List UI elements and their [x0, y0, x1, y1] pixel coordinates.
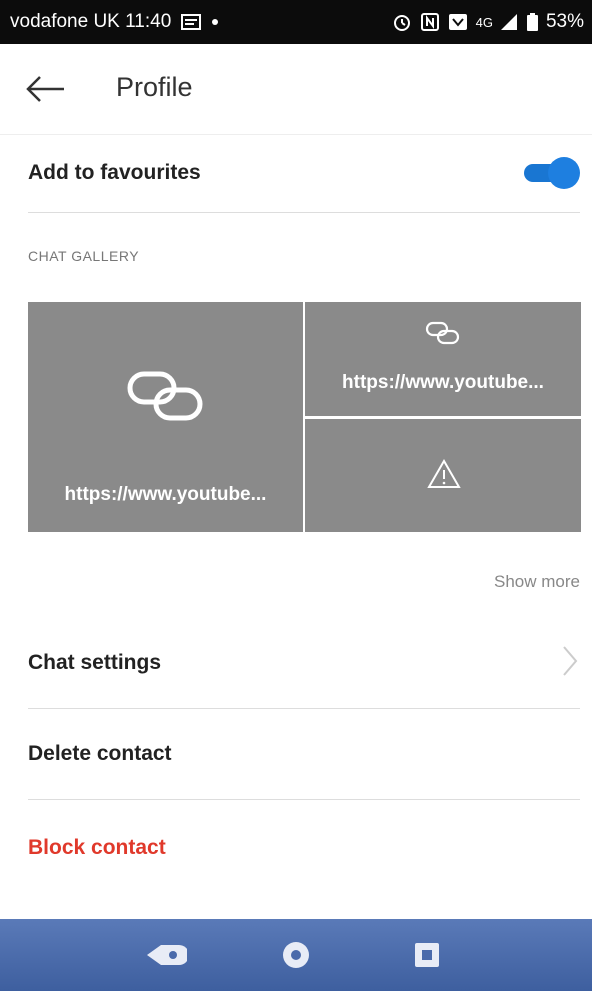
message-icon — [181, 14, 202, 30]
data-saver-icon — [448, 13, 468, 31]
chat-gallery: https://www.youtube... https://www.youtu… — [28, 302, 581, 532]
gallery-tile-link[interactable]: https://www.youtube... — [28, 302, 303, 532]
system-nav-bar — [0, 919, 592, 991]
favourites-toggle[interactable] — [522, 157, 580, 189]
delete-contact-item[interactable]: Delete contact — [28, 709, 580, 800]
recents-icon[interactable] — [397, 925, 457, 985]
delete-contact-label: Delete contact — [28, 742, 172, 765]
app-header: Profile — [0, 44, 592, 135]
toggle-knob — [548, 157, 580, 189]
back-arrow-icon[interactable] — [24, 74, 68, 104]
chat-settings-item[interactable]: Chat settings — [28, 618, 580, 709]
dot-icon — [211, 18, 219, 26]
favourites-row[interactable]: Add to favourites — [28, 134, 580, 213]
show-more-link[interactable]: Show more — [494, 572, 580, 592]
signal-icon — [500, 14, 519, 30]
network-type: 4G — [475, 14, 493, 30]
alarm-icon — [392, 12, 412, 32]
gallery-tile-link[interactable]: https://www.youtube... — [305, 302, 581, 416]
block-contact-item[interactable]: Block contact — [28, 800, 580, 895]
page-title: Profile — [116, 72, 193, 102]
carrier-time: vodafone UK 11:40 — [10, 11, 172, 32]
battery-icon — [526, 13, 538, 31]
back-nav-icon[interactable] — [135, 925, 195, 985]
gallery-link-text: https://www.youtube... — [342, 372, 544, 393]
chat-gallery-heading: CHAT GALLERY — [28, 248, 140, 264]
home-icon[interactable] — [266, 925, 326, 985]
link-icon — [126, 366, 206, 431]
nfc-icon — [420, 12, 440, 32]
chat-settings-label: Chat settings — [28, 651, 162, 674]
gallery-link-text: https://www.youtube... — [64, 484, 267, 505]
gallery-tile-error[interactable] — [305, 419, 581, 532]
battery-level: 53% — [545, 11, 584, 32]
block-contact-label: Block contact — [28, 835, 166, 859]
status-bar: vodafone UK 11:40 4G 53% — [0, 0, 592, 44]
warning-icon — [427, 458, 461, 494]
favourites-label: Add to favourites — [28, 161, 201, 184]
chevron-right-icon — [560, 644, 580, 683]
link-icon — [425, 320, 461, 351]
